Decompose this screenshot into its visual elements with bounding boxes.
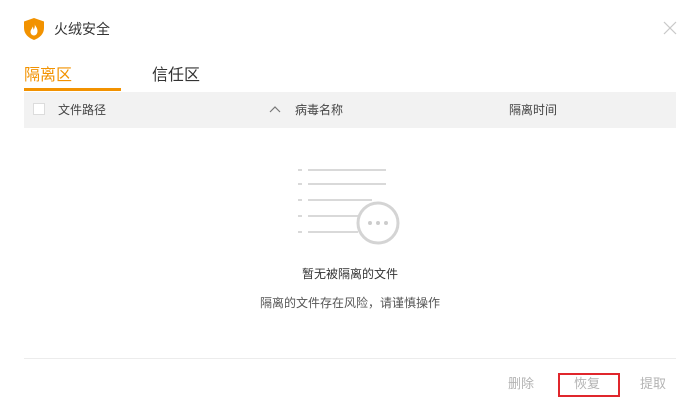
delete-button[interactable]: 删除 [508,376,534,394]
table-header: 文件路径 病毒名称 隔离时间 [24,92,676,128]
restore-button[interactable]: 恢复 [574,376,600,394]
column-header-time[interactable]: 隔离时间 [509,101,557,119]
huorong-logo-icon [24,18,44,40]
tab-trust-label: 信任区 [152,65,201,84]
quarantine-window: 火绒安全 隔离区 信任区 文件路径 病毒名称 隔离时间 暂无被隔离的文件 隔离的… [0,0,700,413]
close-icon[interactable] [660,18,680,38]
column-header-path[interactable]: 文件路径 [58,101,106,119]
tab-bar: 隔离区 信任区 [24,62,676,92]
tab-trust[interactable]: 信任区 [152,64,200,90]
column-header-virus-name[interactable]: 病毒名称 [295,101,343,119]
app-title: 火绒安全 [54,22,110,38]
active-tab-underline [24,88,121,91]
title-bar: 火绒安全 [0,0,700,58]
empty-state-subtitle: 隔离的文件存在风险，请谨慎操作 [259,296,440,310]
empty-state-title: 暂无被隔离的文件 [301,267,398,281]
empty-list-icon [298,169,400,245]
footer-divider [24,358,676,359]
tab-quarantine[interactable]: 隔离区 [24,64,121,91]
tab-quarantine-label: 隔离区 [24,65,73,84]
select-all-checkbox[interactable] [33,103,45,115]
extract-button[interactable]: 提取 [640,376,666,394]
chevron-up-icon[interactable] [269,105,281,113]
